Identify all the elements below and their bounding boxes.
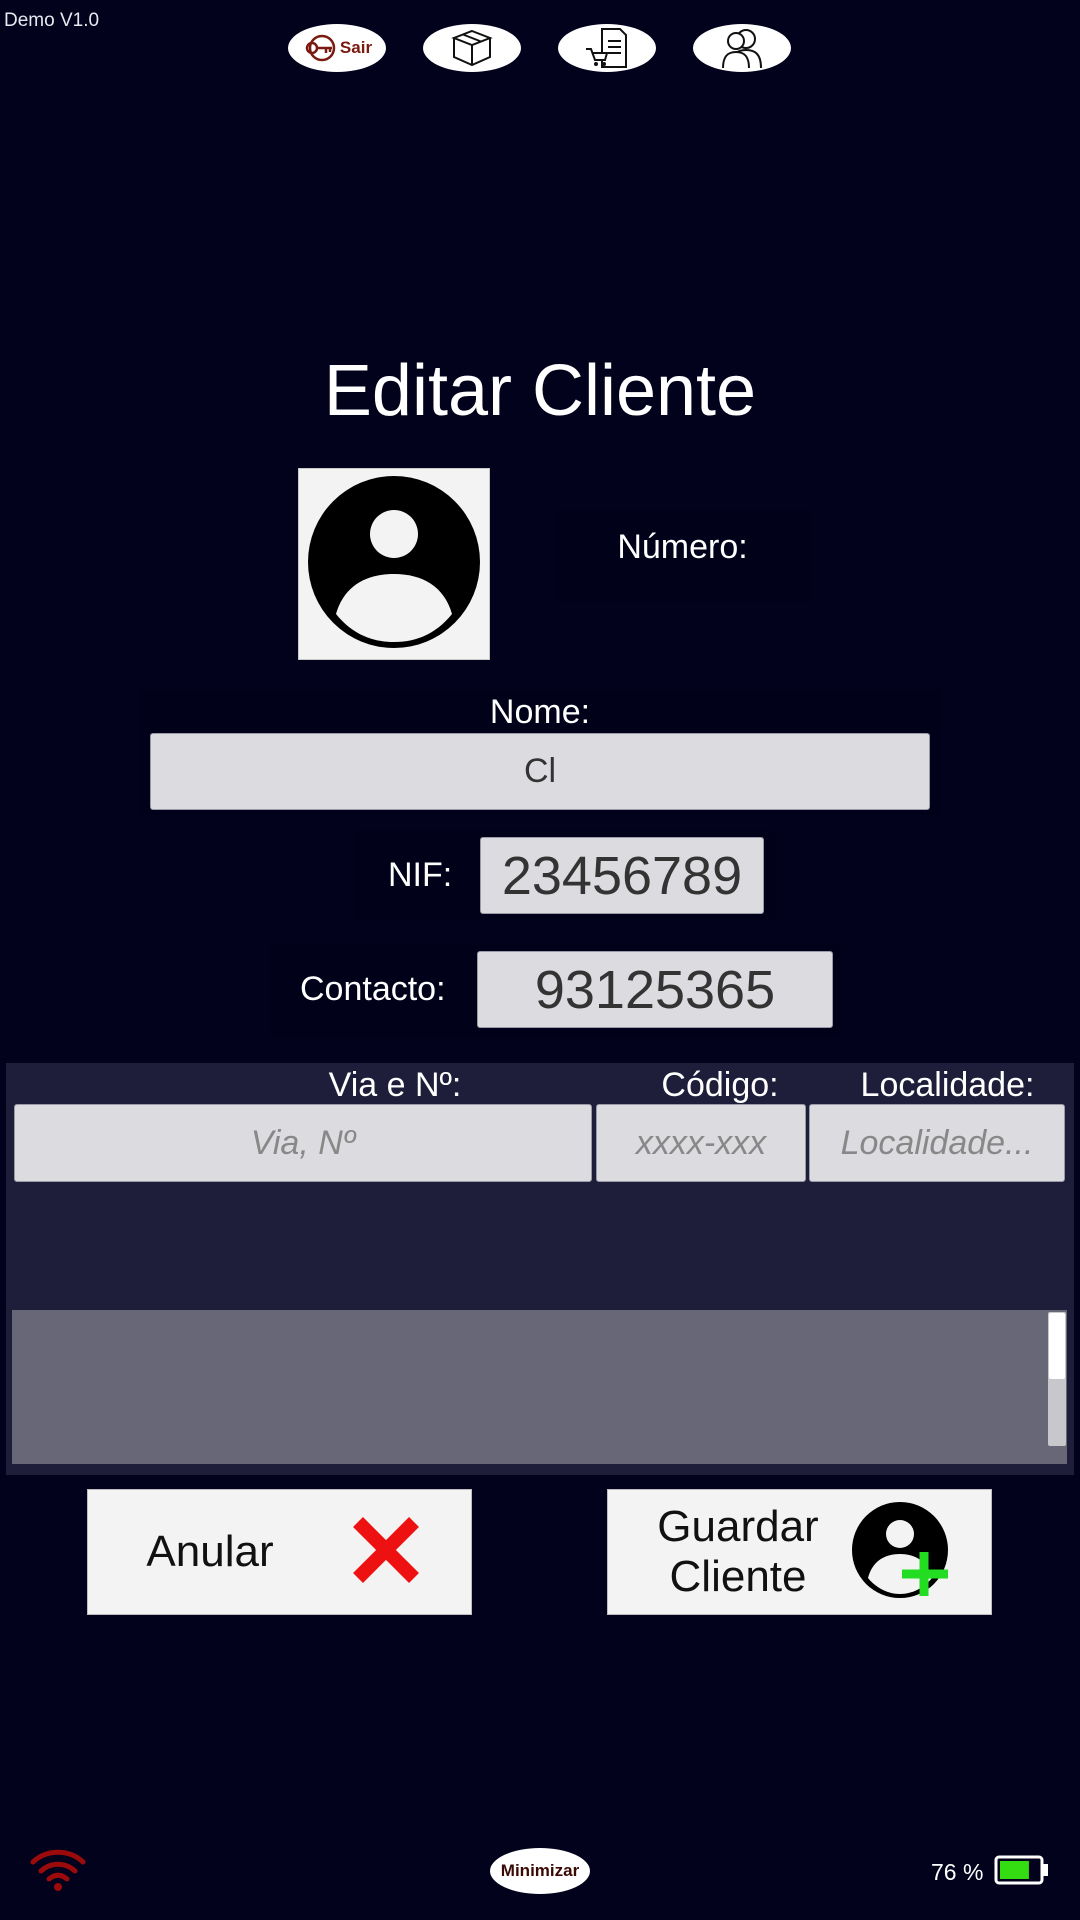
battery-icon (994, 1855, 1050, 1890)
nif-label: NIF: (388, 856, 453, 894)
client-photo[interactable] (298, 468, 490, 660)
minimize-button[interactable]: Minimizar (490, 1848, 590, 1894)
save-label-line1: Guardar (657, 1502, 819, 1551)
user-avatar-icon (306, 474, 482, 655)
nome-label: Nome: (489, 693, 591, 731)
users-icon (719, 26, 765, 70)
exit-button[interactable]: Sair (288, 24, 386, 72)
version-label: Demo V1.0 (4, 10, 100, 31)
localidade-label: Localidade: (860, 1066, 1035, 1104)
contacto-field[interactable] (477, 951, 833, 1028)
key-icon (302, 33, 338, 63)
codigo-input[interactable] (596, 1104, 806, 1182)
save-label-line2: Cliente (669, 1552, 807, 1601)
wifi-icon (30, 1848, 86, 1897)
contacto-label: Contacto: (300, 970, 446, 1008)
nome-field[interactable] (150, 733, 930, 810)
save-client-button[interactable]: Guardar Cliente (607, 1489, 992, 1615)
nif-field[interactable] (480, 837, 764, 914)
via-input[interactable] (14, 1104, 592, 1182)
localidade-input[interactable] (809, 1104, 1065, 1182)
clients-button[interactable] (693, 24, 791, 72)
scrollbar-thumb[interactable] (1049, 1313, 1065, 1379)
address-suggestions-list[interactable] (12, 1310, 1067, 1464)
close-icon (350, 1514, 422, 1591)
add-user-icon (852, 1500, 952, 1605)
cancel-button[interactable]: Anular (87, 1489, 472, 1615)
numero-label: Número: (617, 528, 748, 566)
cancel-label: Anular (146, 1527, 274, 1576)
exit-label: Sair (339, 38, 373, 57)
save-label: Guardar Cliente (628, 1502, 848, 1602)
codigo-label: Código: (661, 1066, 779, 1104)
products-button[interactable] (423, 24, 521, 72)
box-icon (450, 28, 494, 68)
via-label: Via e Nº: (328, 1066, 462, 1104)
page-title: Editar Cliente (323, 351, 757, 431)
sales-button[interactable] (558, 24, 656, 72)
battery-percentage: 76 % (931, 1859, 984, 1885)
cart-document-icon (584, 27, 630, 69)
